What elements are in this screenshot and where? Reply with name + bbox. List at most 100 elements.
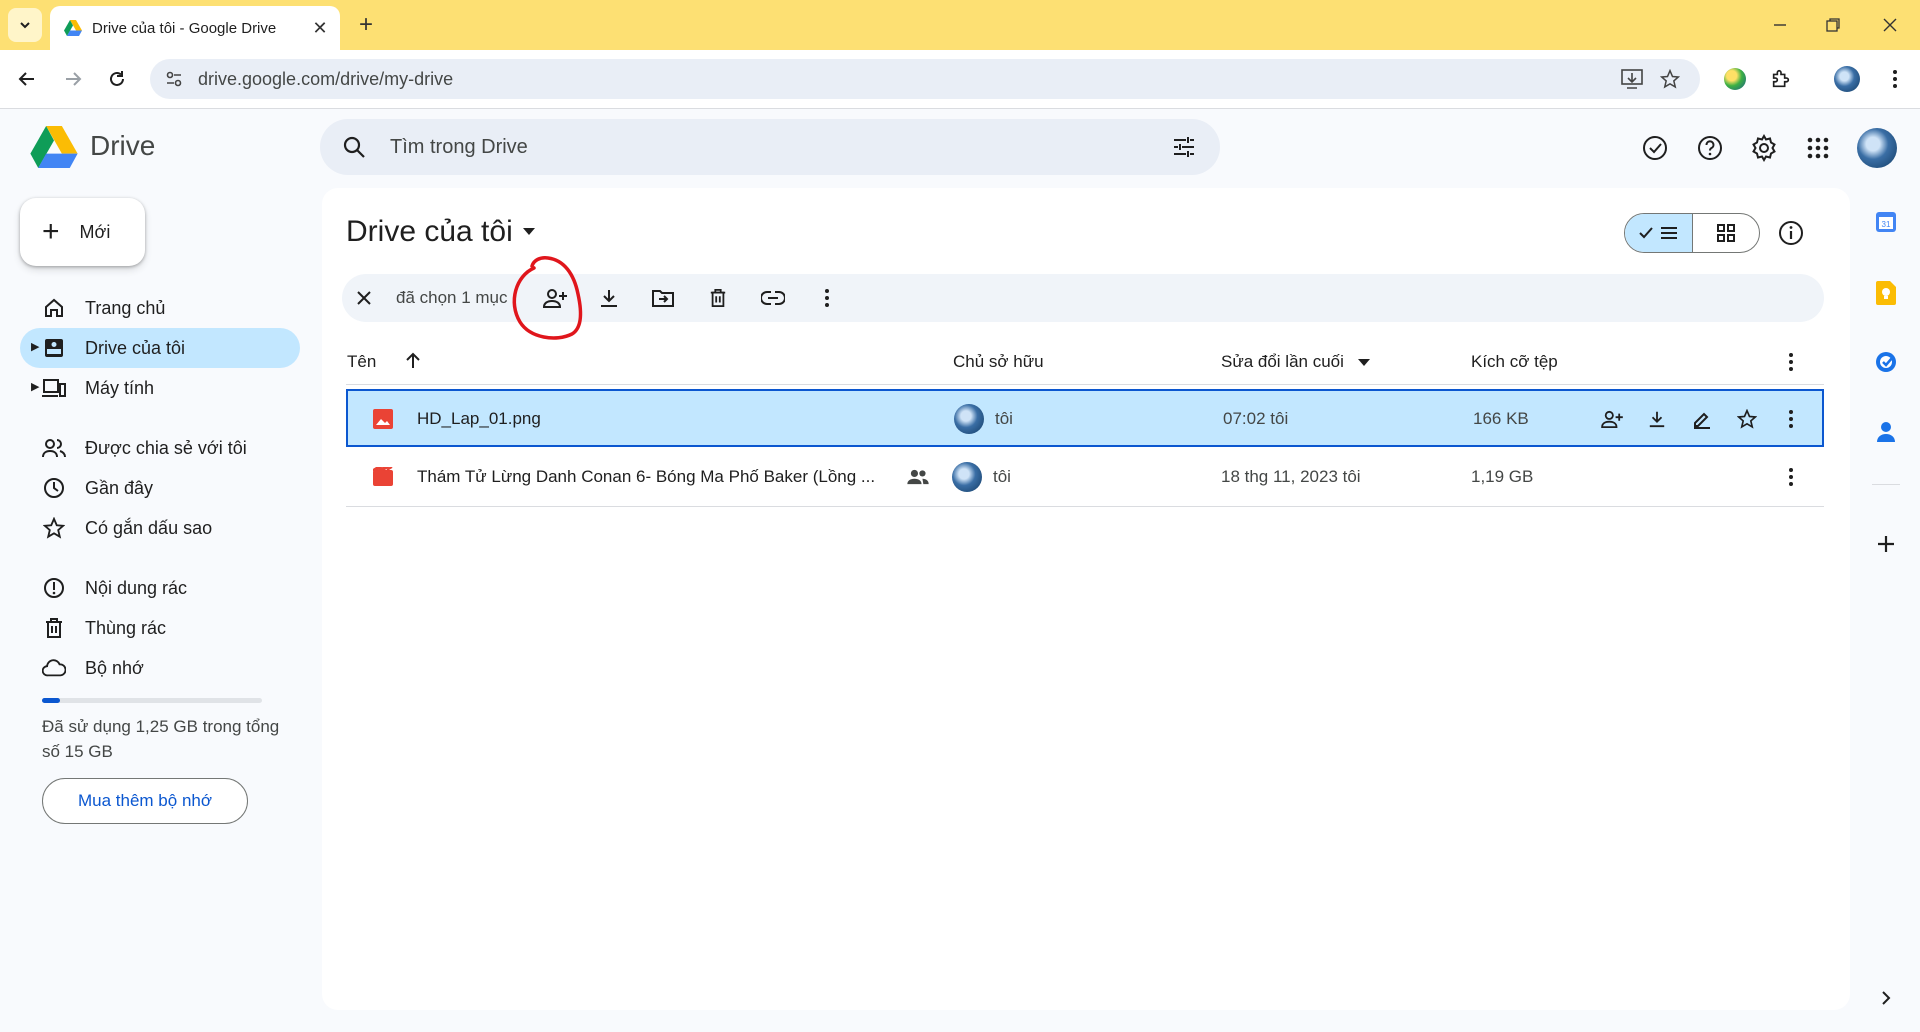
file-name[interactable]: Thám Tử Lừng Danh Conan 6- Bóng Ma Phố B…	[417, 467, 897, 487]
column-header-name[interactable]: Tên	[347, 352, 376, 372]
table-row[interactable]: HD_Lap_01.png tôi 07:02 tôi 166 KB	[346, 389, 1824, 447]
forward-button[interactable]	[56, 62, 90, 96]
new-tab-button[interactable]: +	[354, 11, 378, 38]
more-actions-icon[interactable]	[1779, 465, 1803, 489]
search-input[interactable]: Tìm trong Drive	[390, 136, 528, 159]
search-box[interactable]: Tìm trong Drive	[320, 119, 1220, 175]
google-drive-favicon-icon	[64, 20, 82, 36]
list-view-button[interactable]	[1625, 214, 1693, 252]
file-name[interactable]: HD_Lap_01.png	[417, 409, 541, 429]
reload-button[interactable]	[100, 62, 134, 96]
copy-link-icon[interactable]	[760, 285, 786, 311]
storage-usage-text: Đã sử dụng 1,25 GB trong tổng số 15 GB	[42, 717, 280, 761]
settings-gear-icon[interactable]	[1749, 133, 1779, 163]
browser-menu-icon[interactable]	[1878, 62, 1912, 96]
keep-app-icon[interactable]	[1874, 281, 1898, 305]
site-info-icon[interactable]	[162, 67, 186, 91]
account-avatar[interactable]	[1857, 128, 1897, 168]
drive-logo-icon[interactable]	[30, 126, 78, 168]
sidebar-item-my-drive[interactable]: ▶ Drive của tôi	[20, 328, 300, 368]
extension-globe-icon[interactable]	[1718, 62, 1752, 96]
install-app-icon[interactable]	[1620, 67, 1644, 91]
sidebar-item-trash[interactable]: Thùng rác	[20, 608, 300, 648]
browser-profile-avatar[interactable]	[1830, 62, 1864, 96]
share-add-person-icon[interactable]	[1600, 407, 1624, 431]
tasks-app-icon[interactable]	[1874, 350, 1898, 374]
sidebar-item-label: Gần đây	[85, 478, 154, 498]
sidebar-item-computers[interactable]: ▶ Máy tính	[20, 368, 300, 408]
browser-tab[interactable]: Drive của tôi - Google Drive ✕	[50, 6, 340, 50]
sidebar-item-storage[interactable]: Bộ nhớ	[20, 648, 300, 688]
expand-caret-icon[interactable]: ▶	[31, 380, 39, 393]
help-icon[interactable]	[1695, 133, 1725, 163]
caret-down-icon[interactable]	[522, 226, 536, 236]
calendar-app-icon[interactable]: 31	[1874, 210, 1898, 234]
column-header-owner[interactable]: Chủ sở hữu	[953, 352, 1044, 372]
storage-usage-fill	[42, 698, 60, 703]
view-toggle[interactable]	[1624, 213, 1760, 253]
rename-pen-icon[interactable]	[1690, 407, 1714, 431]
caret-down-icon[interactable]	[1358, 359, 1370, 367]
ready-offline-icon[interactable]	[1640, 133, 1670, 163]
buy-storage-button[interactable]: Mua thêm bộ nhớ	[42, 778, 248, 824]
list-icon	[1661, 227, 1678, 239]
close-window-button[interactable]	[1876, 12, 1904, 38]
video-file-icon	[371, 465, 395, 489]
file-owner: tôi	[993, 467, 1011, 486]
bookmark-star-icon[interactable]	[1658, 67, 1682, 91]
svg-text:31: 31	[1882, 220, 1891, 229]
grid-icon	[1716, 224, 1735, 242]
star-icon[interactable]	[1735, 407, 1759, 431]
trash-icon[interactable]	[705, 285, 731, 311]
sidebar-item-home[interactable]: Trang chủ	[20, 288, 300, 328]
minimize-window-button[interactable]	[1766, 12, 1794, 38]
file-owner: tôi	[995, 409, 1013, 428]
download-icon[interactable]	[596, 285, 622, 311]
tab-close-icon[interactable]: ✕	[310, 18, 330, 38]
column-options-icon[interactable]	[1788, 352, 1794, 372]
file-modified: 07:02 tôi	[1223, 409, 1289, 428]
cloud-icon	[42, 656, 66, 680]
back-button[interactable]	[10, 62, 44, 96]
search-icon[interactable]	[342, 135, 366, 159]
trash-icon	[42, 616, 66, 640]
sidebar-item-label: Trang chủ	[85, 298, 166, 318]
download-icon[interactable]	[1645, 407, 1669, 431]
add-addon-plus-icon[interactable]	[1874, 532, 1898, 556]
details-info-icon[interactable]	[1778, 220, 1804, 246]
file-modified: 18 thg 11, 2023 tôi	[1221, 467, 1361, 486]
clear-selection-icon[interactable]	[352, 286, 376, 310]
expand-panel-chevron-icon[interactable]	[1874, 986, 1898, 1010]
address-bar[interactable]: drive.google.com/drive/my-drive	[150, 59, 1700, 99]
extensions-puzzle-icon[interactable]	[1764, 62, 1798, 96]
sidebar-item-spam[interactable]: Nội dung rác	[20, 568, 300, 608]
search-options-icon[interactable]	[1172, 135, 1196, 159]
column-header-size[interactable]: Kích cỡ tệp	[1471, 352, 1558, 372]
contacts-app-icon[interactable]	[1874, 420, 1898, 444]
sort-ascending-arrow-icon[interactable]	[404, 352, 422, 370]
new-button[interactable]: + Mới	[20, 198, 145, 266]
more-actions-icon[interactable]	[1779, 407, 1803, 431]
restore-window-button[interactable]	[1819, 12, 1847, 38]
tab-search-button[interactable]	[8, 8, 42, 42]
sidebar-item-shared-with-me[interactable]: Được chia sẻ với tôi	[20, 428, 300, 468]
sidebar-item-starred[interactable]: Có gắn dấu sao	[20, 508, 300, 548]
shared-people-icon	[906, 465, 930, 489]
google-apps-icon[interactable]	[1803, 133, 1833, 163]
annotation-circle	[504, 254, 588, 344]
home-icon	[42, 296, 66, 320]
column-header-modified[interactable]: Sửa đổi lần cuối	[1221, 352, 1344, 372]
move-folder-icon[interactable]	[650, 285, 676, 311]
expand-caret-icon[interactable]: ▶	[31, 340, 39, 353]
sidebar-item-recent[interactable]: Gần đây	[20, 468, 300, 508]
sidebar-item-label: Drive của tôi	[85, 338, 186, 358]
url-text: drive.google.com/drive/my-drive	[198, 68, 454, 89]
table-row[interactable]: Thám Tử Lừng Danh Conan 6- Bóng Ma Phố B…	[346, 448, 1824, 507]
new-button-label: Mới	[79, 221, 111, 242]
more-actions-icon[interactable]	[814, 285, 840, 311]
selection-count-text: đã chọn 1 mục	[396, 288, 508, 307]
file-size: 166 KB	[1473, 409, 1529, 428]
grid-view-button[interactable]	[1693, 214, 1760, 252]
page-title[interactable]: Drive của tôi	[346, 215, 513, 249]
app-name[interactable]: Drive	[90, 130, 155, 162]
